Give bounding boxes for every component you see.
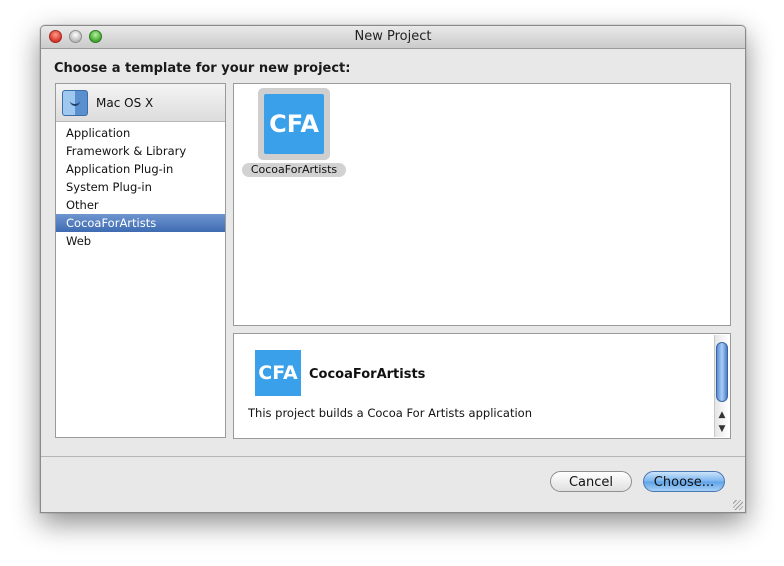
category-item-system-plug-in[interactable]: System Plug-in [56, 178, 225, 196]
category-header-mac-os-x[interactable]: Mac OS X [56, 84, 225, 122]
template-category-list: Mac OS X Application Framework & Library… [55, 83, 226, 438]
template-description-panel: CFA CocoaForArtists This project builds … [233, 333, 731, 439]
category-items: Application Framework & Library Applicat… [56, 124, 225, 250]
dialog-heading: Choose a template for your new project: [54, 61, 351, 76]
scrollbar-thumb[interactable] [716, 342, 728, 402]
finder-icon [62, 89, 88, 116]
category-title: Mac OS X [96, 95, 154, 110]
footer-divider [41, 456, 745, 457]
category-item-framework-library[interactable]: Framework & Library [56, 142, 225, 160]
template-icon-grid: CFA CocoaForArtists [233, 83, 731, 326]
description-title: CocoaForArtists [309, 367, 426, 382]
category-item-web[interactable]: Web [56, 232, 225, 250]
scroll-up-arrow-icon[interactable]: ▲ [715, 409, 729, 422]
window-title: New Project [354, 29, 432, 44]
category-item-application[interactable]: Application [56, 124, 225, 142]
category-item-application-plug-in[interactable]: Application Plug-in [56, 160, 225, 178]
cancel-button[interactable]: Cancel [550, 471, 632, 492]
new-project-window: New Project Choose a template for your n… [40, 25, 746, 513]
cfa-icon: CFA [255, 350, 301, 396]
description-text: This project builds a Cocoa For Artists … [248, 406, 532, 420]
scroll-down-arrow-icon[interactable]: ▼ [715, 423, 729, 436]
cfa-icon: CFA [264, 94, 324, 154]
template-label-cocoaforartists[interactable]: CocoaForArtists [242, 163, 346, 177]
description-scrollbar[interactable]: ▲ ▼ [714, 335, 729, 437]
resize-grip-icon[interactable] [733, 500, 743, 510]
title-bar[interactable]: New Project [41, 26, 745, 49]
template-tile-cocoaforartists[interactable]: CFA [258, 88, 330, 160]
category-item-cocoaforartists[interactable]: CocoaForArtists [56, 214, 225, 232]
category-item-other[interactable]: Other [56, 196, 225, 214]
choose-button[interactable]: Choose... [643, 471, 725, 492]
